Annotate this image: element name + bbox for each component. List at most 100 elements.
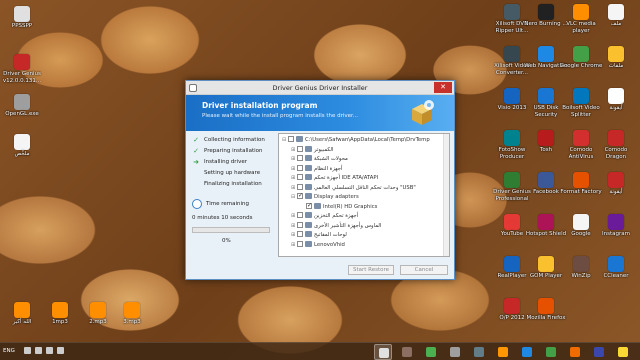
taskbar-app-button[interactable]	[614, 344, 632, 360]
desktop-icon[interactable]: ملف	[594, 4, 638, 28]
tree-row[interactable]: ⊞ الكمبيوتر	[291, 145, 333, 155]
clock-icon	[192, 199, 202, 209]
app-icon	[14, 134, 30, 150]
taskbar-app-button[interactable]	[566, 344, 584, 360]
app-icon	[504, 46, 520, 62]
desktop-icon[interactable]: أيقونة	[594, 172, 638, 196]
tree-checkbox[interactable]	[297, 183, 303, 190]
desktop-icon[interactable]: الله أكبر	[0, 302, 44, 326]
app-icon	[450, 347, 460, 357]
desktop-icon[interactable]: OpenGL.exe	[0, 94, 44, 118]
tree-checkbox[interactable]	[306, 202, 312, 209]
tree-checkbox[interactable]	[297, 212, 303, 218]
tree-checkbox[interactable]	[297, 174, 303, 180]
desktop-icon-label: GOM Player	[529, 273, 563, 279]
taskbar-app-button[interactable]	[494, 344, 512, 360]
banner-title: Driver installation program	[202, 101, 318, 110]
taskbar-app-button[interactable]	[374, 344, 392, 360]
device-icon	[305, 145, 312, 152]
tree-row[interactable]: ⊞ وحدات تحكم الناقل التسلسلي العالمي "USB…	[291, 183, 416, 193]
tree-scrollbar[interactable]	[443, 134, 449, 256]
desktop-icon-label: RealPlayer	[497, 273, 527, 279]
desktop-icon[interactable]: 3.mp3	[110, 302, 154, 326]
desktop-icon[interactable]: ملفات	[594, 46, 638, 70]
tree-row[interactable]: ⊞ LenovoVhid	[291, 240, 345, 250]
desktop-icon-label: Mozilla Firefox	[526, 315, 566, 321]
taskbar-app-button[interactable]	[398, 344, 416, 360]
tray-icon[interactable]	[35, 347, 42, 354]
checkmark-icon: ✓	[193, 136, 199, 144]
tree-checkbox[interactable]	[297, 145, 303, 152]
app-icon	[608, 214, 624, 230]
app-icon	[504, 172, 520, 188]
start-restore-button[interactable]: Start Restore	[348, 265, 394, 275]
install-step-label: Finalizing installation	[204, 181, 262, 187]
taskbar-app-button[interactable]	[470, 344, 488, 360]
tree-row[interactable]: ⊞ أجهزة النظام	[291, 164, 343, 174]
device-icon	[305, 221, 312, 228]
title-bar[interactable]: Driver Genius Driver Installer ✕	[186, 81, 454, 95]
app-icon	[573, 130, 589, 146]
app-icon	[573, 256, 589, 272]
tree-checkbox[interactable]	[297, 240, 303, 247]
banner-subtitle: Please wait while the install program in…	[202, 113, 359, 119]
tray-icon[interactable]	[24, 347, 31, 354]
desktop-icon[interactable]: أيقونة	[594, 88, 638, 112]
tree-row[interactable]: ⊟Display adapters	[291, 192, 359, 202]
desktop-icon-label: VLC media player	[566, 21, 596, 34]
tree-row-label: الماوس وأجهزة التأشير الأخرى	[314, 222, 382, 229]
desktop-icon[interactable]: Instagram	[594, 214, 638, 238]
app-icon	[474, 347, 484, 357]
time-remaining-value: 0 minutes 10 seconds	[192, 215, 253, 221]
desktop-icon[interactable]: Comodo Dragon	[594, 130, 638, 160]
desktop-icon[interactable]: CCleaner	[594, 256, 638, 280]
step-list: ✓ Collecting information ✓ Preparing instal…	[192, 135, 274, 190]
desktop-icon[interactable]: Mozilla Firefox	[524, 298, 568, 322]
cancel-button[interactable]: Cancel	[400, 265, 448, 275]
device-icon	[305, 212, 312, 218]
tree-row[interactable]: ⊞ محولات الشبكة	[291, 155, 348, 164]
desktop-icon[interactable]: ملخّص	[0, 134, 44, 158]
tree-row[interactable]: ⊞ الماوس وأجهزة التأشير الأخرى	[291, 221, 382, 231]
close-button[interactable]: ✕	[434, 82, 452, 93]
tree-checkbox[interactable]	[297, 231, 303, 237]
app-icon	[618, 347, 628, 357]
tree-checkbox[interactable]	[288, 136, 294, 142]
app-icon	[52, 302, 68, 318]
app-icon	[608, 130, 624, 146]
taskbar-app-button[interactable]	[590, 344, 608, 360]
desktop-icon[interactable]: PPSSPP	[0, 6, 44, 30]
desktop-icon-label: Driver Genius v12.0.0.131...	[2, 71, 42, 84]
install-step-label: Collecting information	[204, 137, 265, 143]
app-icon	[538, 88, 554, 104]
tree-row[interactable]: ⊞ أجهزة تحكم التخزين	[291, 212, 358, 221]
language-indicator[interactable]: ENG	[3, 348, 15, 354]
app-icon	[573, 88, 589, 104]
desktop-icon[interactable]: Driver Genius v12.0.0.131...	[0, 54, 44, 84]
tree-checkbox[interactable]	[297, 192, 303, 199]
driver-tree[interactable]: ⊟ C:\Users\Safwan\AppData\Local\Temp\DrvT…	[278, 133, 450, 257]
taskbar-app-button[interactable]	[446, 344, 464, 360]
desktop-icon-label: PPSSPP	[11, 23, 33, 29]
desktop-icon-label: FotoShow Producer	[498, 147, 526, 160]
app-icon	[90, 302, 106, 318]
device-icon	[296, 136, 303, 142]
taskbar-app-button[interactable]	[422, 344, 440, 360]
desktop-icon-label: Comodo Dragon	[604, 147, 628, 160]
tree-checkbox[interactable]	[297, 164, 303, 171]
tree-row[interactable]: ⊞ لوحات المفاتيح	[291, 231, 347, 240]
device-icon	[305, 193, 312, 199]
tray-icon[interactable]	[57, 347, 64, 354]
tree-row[interactable]: ⊞ أجهزة تحكم IDE ATA/ATAPI	[291, 174, 378, 183]
taskbar-app-button[interactable]	[542, 344, 560, 360]
taskbar-app-button[interactable]	[518, 344, 536, 360]
tree-checkbox[interactable]	[297, 155, 303, 161]
tree-row[interactable]: Intel(R) HD Graphics	[300, 202, 378, 212]
desktop-icon-label: YouTube	[500, 231, 524, 237]
tree-row[interactable]: ⊟ C:\Users\Safwan\AppData\Local\Temp\DrvT…	[282, 136, 430, 145]
tree-row-label: Intel(R) HD Graphics	[323, 203, 378, 210]
tray-icon[interactable]	[46, 347, 53, 354]
app-icon	[426, 347, 436, 357]
install-step: Finalizing installation	[192, 179, 274, 190]
tree-checkbox[interactable]	[297, 221, 303, 228]
